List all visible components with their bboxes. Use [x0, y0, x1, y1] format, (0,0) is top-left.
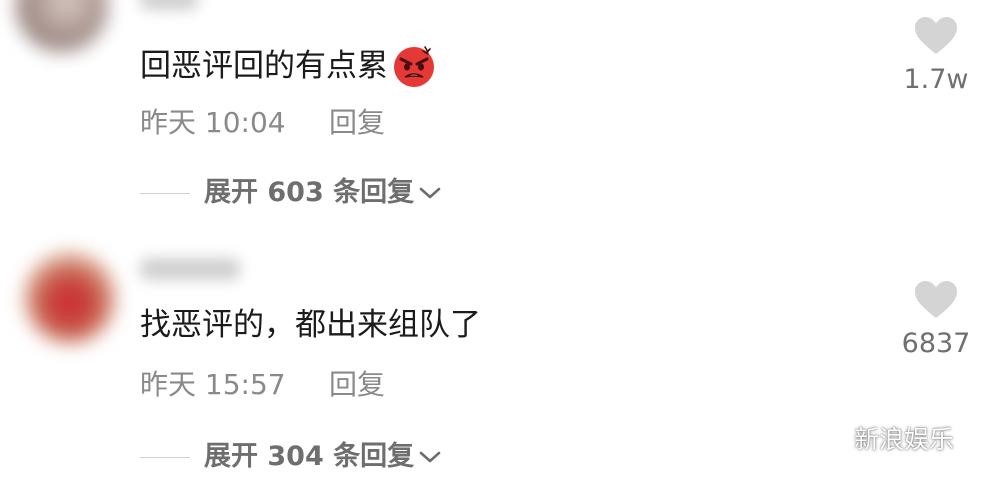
angry-face-emoji	[394, 46, 434, 87]
watermark: 新浪娱乐	[810, 424, 954, 456]
comment-text-content: 回恶评回的有点累	[140, 48, 388, 84]
expand-replies-label: 展开 304 条回复	[204, 441, 415, 472]
heart-icon[interactable]	[914, 280, 958, 320]
expand-replies-button[interactable]: 展开 603 条回复	[140, 176, 442, 210]
comment-text: 回恶评回的有点累	[140, 44, 436, 88]
avatar[interactable]	[24, 252, 116, 344]
username-blurred[interactable]	[140, 0, 198, 10]
username-blurred[interactable]	[140, 258, 240, 280]
like-count: 1.7w	[903, 64, 969, 95]
like-count: 6837	[901, 328, 971, 359]
comment-timestamp: 昨天 15:57	[140, 368, 286, 401]
chevron-down-icon	[419, 451, 441, 463]
heart-icon[interactable]	[914, 16, 958, 56]
like-group: 6837	[886, 280, 981, 360]
expand-replies-button[interactable]: 展开 304 条回复	[140, 440, 442, 474]
comment-text-content: 找恶评的，都出来组队了	[140, 307, 481, 343]
wechat-icon	[810, 425, 848, 456]
reply-button[interactable]: 回复	[329, 368, 385, 402]
comment-timestamp: 昨天 10:04	[140, 106, 286, 139]
divider-line	[140, 456, 190, 458]
avatar[interactable]	[16, 0, 108, 52]
divider-line	[140, 192, 190, 194]
comment-text: 找恶评的，都出来组队了	[140, 305, 481, 345]
expand-replies-label: 展开 603 条回复	[204, 177, 415, 208]
like-group: 1.7w	[886, 16, 981, 96]
chevron-down-icon	[419, 187, 441, 199]
reply-button[interactable]: 回复	[329, 106, 385, 140]
watermark-text: 新浪娱乐	[854, 425, 955, 454]
